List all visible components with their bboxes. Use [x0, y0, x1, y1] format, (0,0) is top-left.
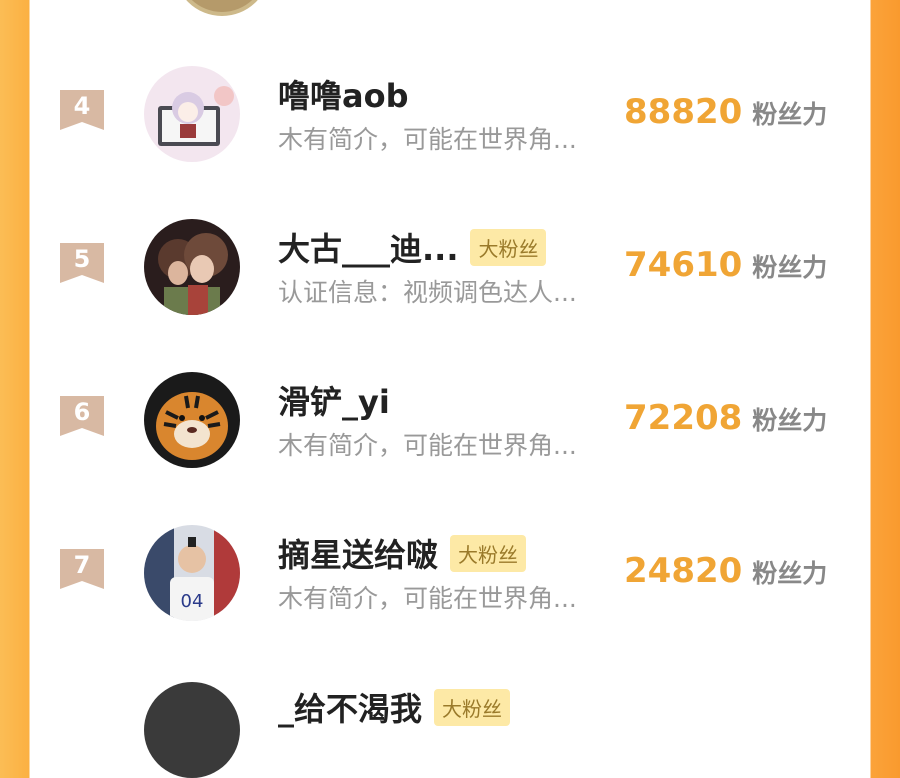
user-description: 木有简介，可能在世界角...	[278, 431, 577, 460]
avatar-people-photo-icon: 04	[144, 525, 240, 621]
svg-text:04: 04	[181, 591, 204, 612]
list-item[interactable]: 4 噜噜aob 木有简介，可能在世界角... 88820 粉丝力	[30, 62, 870, 182]
fan-power-value: 74610	[624, 245, 743, 285]
list-item[interactable]: _给不渴我 大粉丝	[30, 682, 870, 778]
list-item[interactable]: 6 滑铲_yi 木有简介，可能在世界角... 72208 粉丝力	[30, 368, 870, 488]
avatar-tiger-icon	[144, 372, 240, 468]
avatar[interactable]	[144, 682, 240, 778]
rank-badge: 6	[60, 396, 104, 436]
avatar-anime-girl-icon	[144, 66, 240, 162]
user-name[interactable]: 噜噜aob	[278, 71, 409, 117]
user-description: 木有简介，可能在世界角...	[278, 584, 577, 613]
avatar[interactable]: 04	[144, 525, 240, 621]
user-name[interactable]: 大古___迪...	[278, 224, 458, 270]
fan-power-value: 72208	[624, 398, 743, 438]
user-description: 认证信息：视频调色达人...	[278, 278, 577, 307]
avatar[interactable]	[174, 0, 270, 16]
avatar[interactable]	[144, 66, 240, 162]
avatar[interactable]	[144, 219, 240, 315]
avatar[interactable]	[144, 372, 240, 468]
rank-badge: 7	[60, 549, 104, 589]
user-name[interactable]: 摘星送给啵	[278, 530, 438, 576]
avatar-anime-couple-icon	[144, 219, 240, 315]
fan-power-value: 24820	[624, 551, 743, 591]
fan-power-label: 粉丝力	[752, 253, 828, 282]
big-fan-badge: 大粉丝	[434, 688, 511, 726]
big-fan-badge: 大粉丝	[450, 534, 527, 572]
fan-power-label: 粉丝力	[752, 559, 828, 588]
big-fan-badge: 大粉丝	[470, 228, 547, 266]
user-description: 木有简介，可能在世界角...	[278, 125, 577, 154]
rank-badge: 4	[60, 90, 104, 130]
list-item[interactable]: 7 04 摘星送给啵 大粉丝 木有简介，可能在世界角... 24820 粉丝力	[30, 521, 870, 641]
user-name[interactable]: _给不渴我	[278, 684, 422, 730]
fan-power-label: 粉丝力	[752, 406, 828, 435]
user-name[interactable]: 滑铲_yi	[278, 377, 390, 423]
list-item[interactable]: 5 大古___迪... 大粉丝 认证信息：视频调色达人... 74610 粉丝力	[30, 215, 870, 335]
rank-badge: 5	[60, 243, 104, 283]
ranking-panel: 4 噜噜aob 木有简介，可能在世界角... 88820 粉丝力 5 大古___…	[30, 0, 870, 778]
fan-power-value: 88820	[624, 92, 743, 132]
fan-power-label: 粉丝力	[752, 100, 828, 129]
